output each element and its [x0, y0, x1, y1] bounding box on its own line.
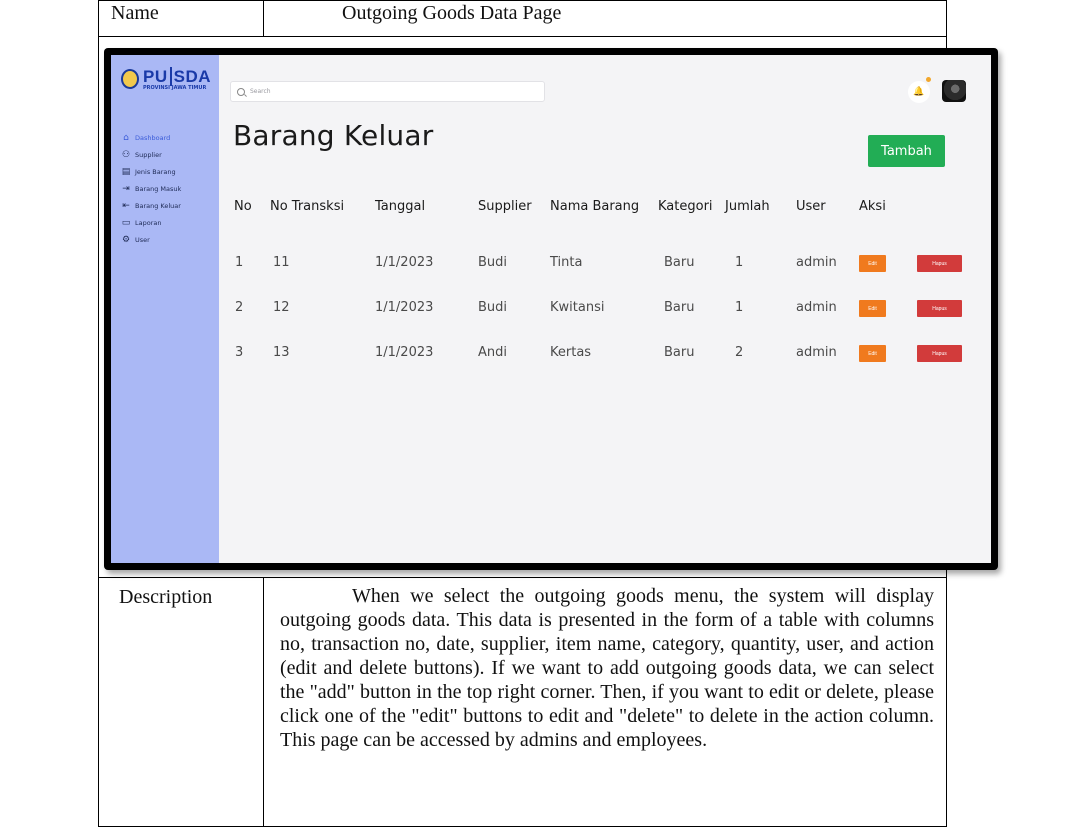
emblem-icon	[121, 69, 139, 89]
header-supplier: Supplier	[478, 199, 532, 214]
network-icon: ⚇	[121, 149, 131, 160]
cell-tanggal: 1/1/2023	[375, 345, 434, 360]
logo-title: PU SDA	[143, 66, 212, 86]
cell-kategori: Baru	[664, 345, 695, 360]
header-tanggal: Tanggal	[375, 199, 426, 214]
sidebar-menu: ⌂ Dashboard ⚇ Supplier ▤ Jenis Barang ⇥ Bara…	[121, 129, 182, 248]
logo-subtitle: PROVINSI JAWA TIMUR	[143, 84, 207, 91]
header-nama-barang: Nama Barang	[550, 199, 640, 214]
logo: PU SDA PROVINSI JAWA TIMUR	[121, 63, 212, 95]
cell-no: 2	[235, 300, 244, 315]
delete-button[interactable]: Hapus	[917, 300, 962, 317]
sidebar: PU SDA PROVINSI JAWA TIMUR ⌂ Dashboard ⚇ Su…	[111, 55, 219, 563]
notification-dot	[926, 77, 931, 82]
cell-no: 1	[235, 255, 244, 270]
cell-no-transaksi: 11	[273, 255, 290, 270]
search-placeholder: Search	[250, 88, 271, 95]
cell-no-transaksi: 13	[273, 345, 290, 360]
cell-nama-barang: Kwitansi	[550, 300, 605, 315]
sidebar-item-jenis-barang[interactable]: ▤ Jenis Barang	[121, 163, 181, 180]
search-icon	[237, 87, 245, 96]
cell-supplier: Andi	[478, 345, 507, 360]
cell-no-transaksi: 12	[273, 300, 290, 315]
description-label: Description	[98, 577, 264, 827]
header-jumlah: Jumlah	[725, 199, 770, 214]
name-label: Name	[98, 0, 264, 37]
header-user: User	[796, 199, 826, 214]
home-icon: ⌂	[123, 132, 129, 143]
cell-tanggal: 1/1/2023	[375, 255, 434, 270]
description-cell: When we select the outgoing goods menu, …	[263, 577, 947, 827]
name-value: Outgoing Goods Data Page	[263, 0, 947, 37]
cell-user: admin	[796, 345, 837, 360]
edit-button[interactable]: Edit	[859, 345, 886, 362]
cell-supplier: Budi	[478, 255, 508, 270]
sidebar-item-laporan[interactable]: ▭ Laporan	[121, 214, 181, 231]
cell-jumlah: 1	[735, 300, 744, 315]
cell-jumlah: 2	[735, 345, 744, 360]
cell-supplier: Budi	[478, 300, 508, 315]
header-no-transaksi: No Transksi	[270, 199, 345, 214]
app-screen: PU SDA PROVINSI JAWA TIMUR ⌂ Dashboard ⚇ Su…	[111, 55, 991, 563]
sidebar-item-barang-keluar[interactable]: ⇤ Barang Keluar	[121, 197, 181, 214]
report-icon: ▭	[121, 217, 131, 228]
sidebar-item-dashboard[interactable]: ⌂ Dashboard	[121, 129, 181, 146]
sidebar-item-user[interactable]: ⚙ User	[121, 231, 181, 248]
login-icon: ⇥	[122, 183, 130, 194]
header-kategori: Kategori	[658, 199, 713, 214]
avatar[interactable]	[942, 80, 966, 102]
page-title: Barang Keluar	[233, 119, 434, 152]
delete-button[interactable]: Hapus	[917, 255, 962, 272]
header-aksi: Aksi	[859, 199, 886, 214]
cell-kategori: Baru	[664, 255, 695, 270]
search-input[interactable]: Search	[230, 81, 545, 102]
add-button[interactable]: Tambah	[868, 135, 945, 167]
edit-button[interactable]: Edit	[859, 255, 886, 272]
cell-nama-barang: Kertas	[550, 345, 592, 360]
cell-kategori: Baru	[664, 300, 695, 315]
cell-tanggal: 1/1/2023	[375, 300, 434, 315]
app-screenshot: PU SDA PROVINSI JAWA TIMUR ⌂ Dashboard ⚇ Su…	[104, 48, 998, 570]
clipboard-icon: ▤	[121, 166, 131, 177]
logout-icon: ⇤	[122, 200, 130, 211]
bell-icon[interactable]: 🔔	[908, 81, 930, 103]
cell-nama-barang: Tinta	[550, 255, 583, 270]
cell-jumlah: 1	[735, 255, 744, 270]
description-text: When we select the outgoing goods menu, …	[280, 585, 934, 751]
gear-icon: ⚙	[121, 234, 131, 245]
cell-no: 3	[235, 345, 244, 360]
edit-button[interactable]: Edit	[859, 300, 886, 317]
delete-button[interactable]: Hapus	[917, 345, 962, 362]
sidebar-item-supplier[interactable]: ⚇ Supplier	[121, 146, 181, 163]
cell-user: admin	[796, 255, 837, 270]
sidebar-item-barang-masuk[interactable]: ⇥ Barang Masuk	[121, 180, 181, 197]
header-no: No	[234, 199, 252, 214]
cell-user: admin	[796, 300, 837, 315]
